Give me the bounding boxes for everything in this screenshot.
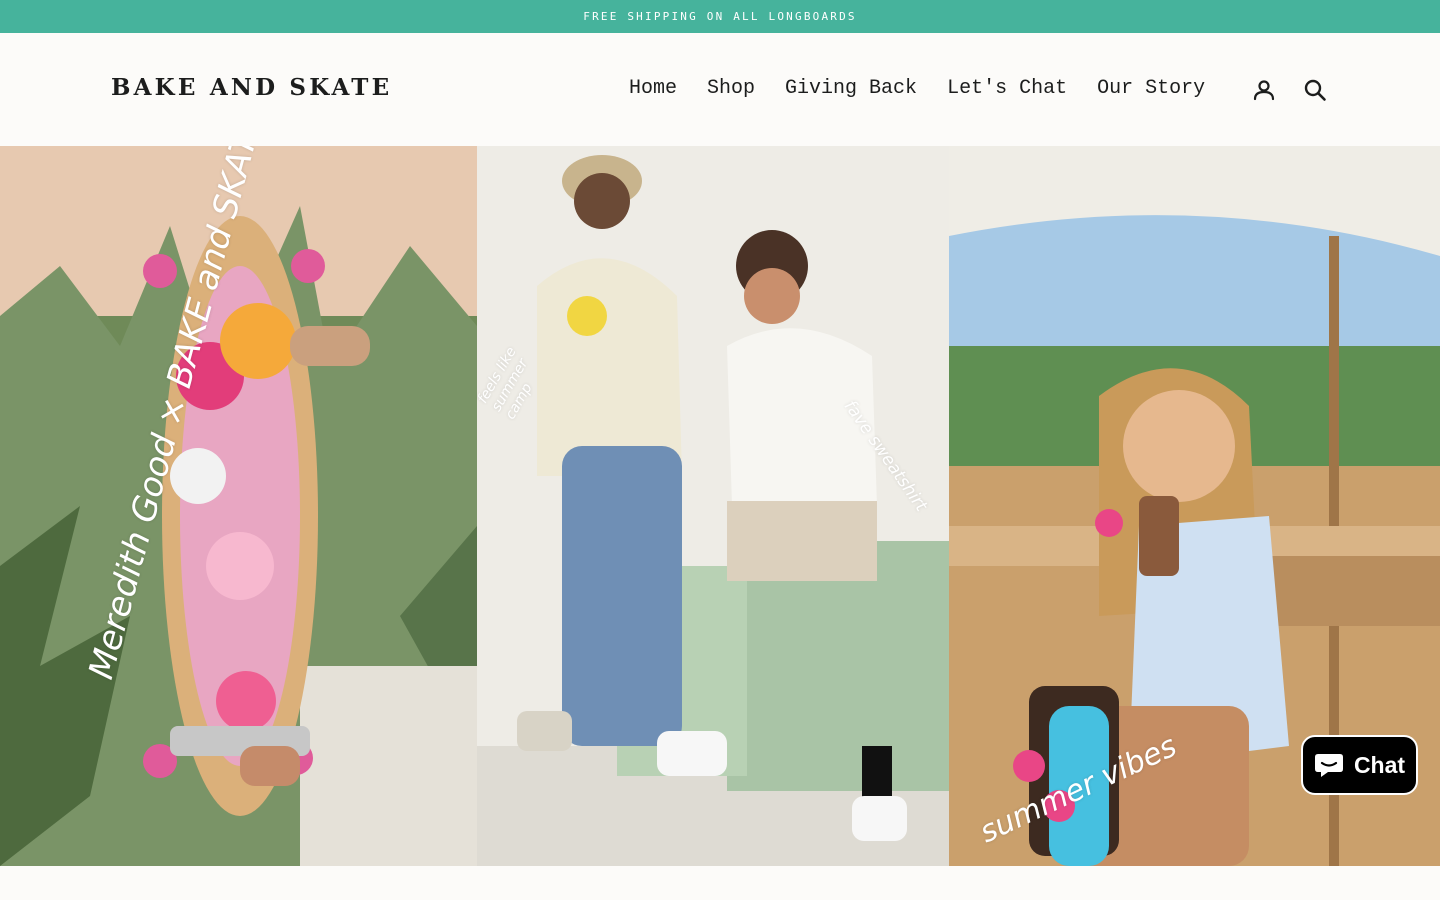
nav-our-story[interactable]: Our Story <box>1082 71 1220 107</box>
main-nav: Home Shop Giving Back Let's Chat Our Sto… <box>614 71 1220 107</box>
nav-home[interactable]: Home <box>614 71 692 107</box>
nav-shop[interactable]: Shop <box>692 71 770 107</box>
hero-collage: Meredith Good × BAKE and SKATE feels lik… <box>0 146 1440 866</box>
chat-bubble-icon <box>1314 754 1343 777</box>
chat-button[interactable]: Chat <box>1301 735 1418 795</box>
store-logo[interactable]: BAKE AND SKATE <box>111 74 392 101</box>
site-header: BAKE AND SKATE Home Shop Giving Back Let… <box>0 33 1440 146</box>
nav-lets-chat[interactable]: Let's Chat <box>932 71 1082 107</box>
hero-image-longboard[interactable] <box>0 146 477 866</box>
search-icon[interactable] <box>1302 77 1328 103</box>
announcement-text: FREE SHIPPING ON ALL LONGBOARDS <box>583 10 857 23</box>
chat-button-label: Chat <box>1353 751 1406 778</box>
hero-image-sweatshirts[interactable] <box>477 146 949 866</box>
announcement-bar: FREE SHIPPING ON ALL LONGBOARDS <box>0 0 1440 33</box>
page-below-hero <box>0 866 1440 900</box>
account-icon[interactable] <box>1251 77 1277 103</box>
nav-giving-back[interactable]: Giving Back <box>770 71 932 107</box>
